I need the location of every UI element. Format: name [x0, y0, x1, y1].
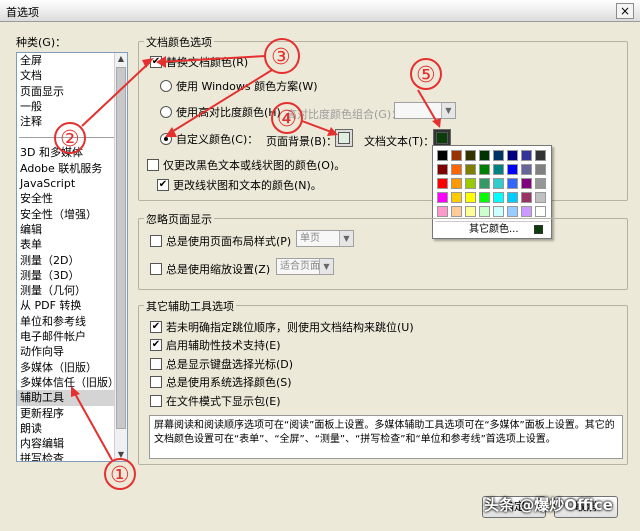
annotation-2-arrow — [81, 61, 151, 127]
arrow-head-icon — [432, 118, 441, 128]
annotation-1-text: ① — [110, 463, 130, 488]
annotation-1: ① — [71, 386, 136, 490]
annotation-2-text: ② — [60, 127, 80, 152]
annotation-3-arrow-2 — [169, 69, 273, 134]
annotation-3-text: ③ — [271, 45, 291, 70]
annotation-4: ④ — [271, 102, 338, 136]
annotation-3-arrow — [159, 55, 267, 63]
annotation-2: ② — [54, 58, 154, 154]
annotation-layer: ③ ② ④ ⑤ ① — [54, 38, 442, 490]
annotation-5-arrow — [417, 89, 439, 125]
arrow-head-icon — [165, 127, 177, 137]
arrow-head-icon — [156, 56, 166, 68]
annotation-4-text: ④ — [277, 107, 297, 132]
arrow-head-icon — [71, 386, 80, 397]
annotation-5-text: ⑤ — [416, 63, 436, 88]
annotation-1-arrow — [73, 391, 113, 461]
annotation-5: ⑤ — [410, 58, 442, 128]
